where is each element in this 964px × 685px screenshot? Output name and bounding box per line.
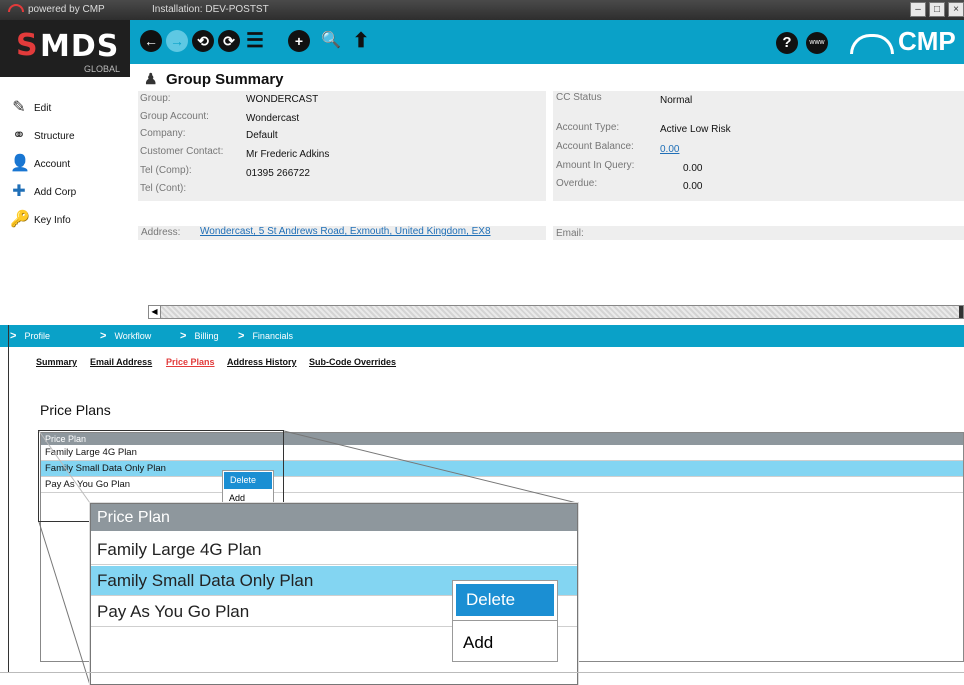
zoom-row: Family Large 4G Plan — [91, 535, 577, 565]
app-window: powered by CMP Installation: DEV-POSTST … — [0, 0, 964, 685]
bottom-divider — [0, 672, 964, 673]
menu-separator — [453, 620, 557, 621]
zoom-menu-item-add: Add — [463, 633, 494, 652]
zoom-menu-item-delete: Delete — [456, 584, 554, 616]
zoom-price-plan-header: Price Plan — [91, 504, 577, 531]
zoom-context-menu: Delete Add — [452, 580, 558, 662]
